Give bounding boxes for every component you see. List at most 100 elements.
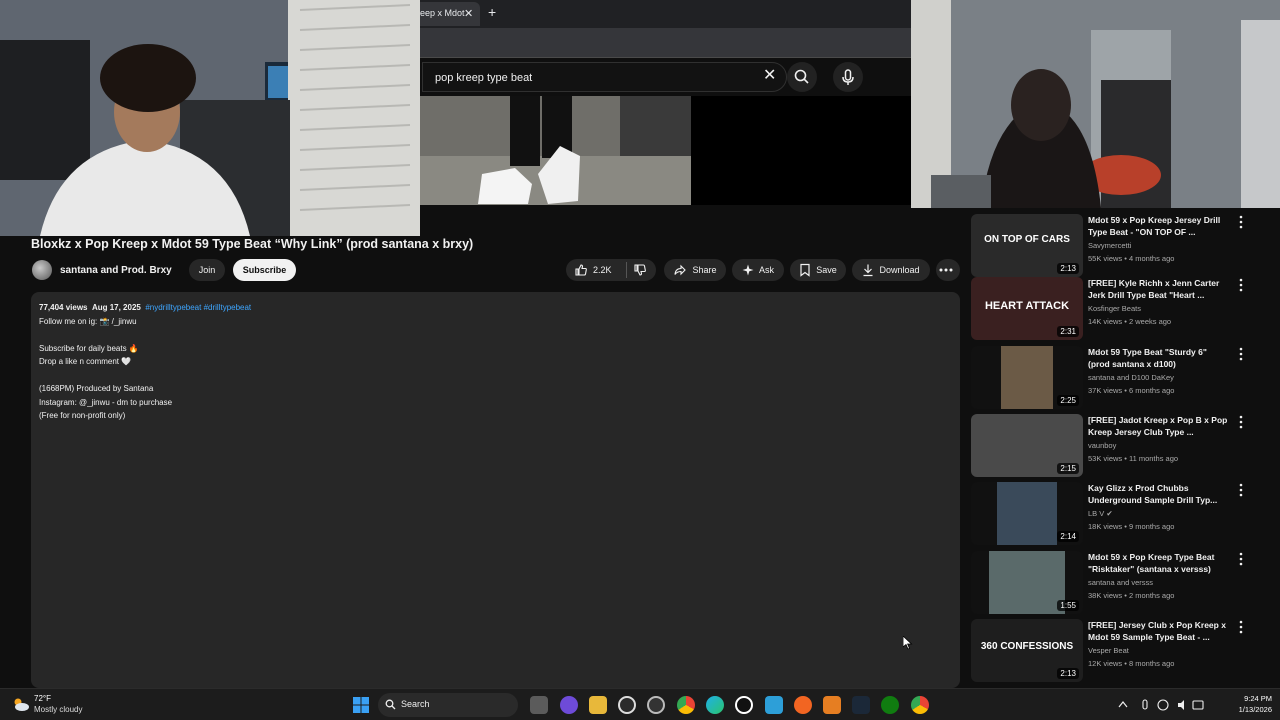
search-query: pop kreep type beat: [435, 72, 533, 84]
task-view-icon[interactable]: [530, 696, 548, 714]
search-input[interactable]: pop kreep type beat: [422, 62, 787, 92]
description-instagram-line: Instagram: @_jinwu - dm to purchase: [39, 397, 173, 407]
recommendation-channel[interactable]: santana and D100 DaKey: [1088, 373, 1174, 382]
recommendation-channel[interactable]: Vesper Beat: [1088, 646, 1129, 655]
settings-gear-icon[interactable]: [618, 696, 636, 714]
app-icon[interactable]: [765, 696, 783, 714]
description-like-line: Drop a like n comment 🤍: [39, 357, 132, 366]
thumbnail-image: [997, 482, 1057, 545]
search-button[interactable]: [787, 62, 817, 92]
taskbar: 72°F Mostly cloudy Search 9:24 PM 1/13/2…: [0, 688, 1280, 720]
more-vertical-icon[interactable]: [1237, 620, 1245, 634]
share-icon: [674, 264, 687, 276]
more-vertical-icon[interactable]: [1237, 215, 1245, 229]
recommendation-channel[interactable]: LB V ✔: [1088, 509, 1113, 518]
recommendation-item[interactable]: 2:15 [FREE] Jadot Kreep x Pop B x Pop Kr…: [971, 414, 1271, 478]
save-button[interactable]: Save: [790, 259, 846, 281]
new-tab-icon[interactable]: +: [488, 4, 496, 20]
more-actions-button[interactable]: [936, 259, 960, 281]
recommendation-title[interactable]: [FREE] Kyle Richh x Jenn Carter Jerk Dri…: [1088, 277, 1230, 301]
dislike-button[interactable]: [628, 259, 656, 281]
fl-studio-icon[interactable]: [823, 696, 841, 714]
chrome-icon[interactable]: [677, 696, 695, 714]
download-label: Download: [879, 265, 920, 275]
weather-description[interactable]: Mostly cloudy: [34, 705, 82, 714]
recommendation-thumbnail[interactable]: 2:25: [971, 346, 1083, 409]
chrome-icon[interactable]: [911, 696, 929, 714]
recommendation-channel[interactable]: Savymercetti: [1088, 241, 1131, 250]
file-explorer-icon[interactable]: [589, 696, 607, 714]
thumbnail-image: [1001, 346, 1053, 409]
recommendation-item[interactable]: 2:25 Mdot 59 Type Beat "Sturdy 6" (prod …: [971, 346, 1271, 410]
subscribe-button[interactable]: Subscribe: [233, 259, 296, 281]
recommendation-item[interactable]: 360 CONFESSIONS 2:13 [FREE] Jersey Club …: [971, 619, 1271, 683]
recommendation-item[interactable]: 1:55 Mdot 59 x Pop Kreep Type Beat "Risk…: [971, 551, 1271, 615]
share-button[interactable]: Share: [664, 259, 726, 281]
recommendation-thumbnail[interactable]: 360 CONFESSIONS 2:13: [971, 619, 1083, 682]
recommendation-channel[interactable]: vaunboy: [1088, 441, 1116, 450]
recommendation-item[interactable]: 2:14 Kay Glizz x Prod Chubbs Underground…: [971, 482, 1271, 546]
recommendation-item[interactable]: HEART ATTACK 2:31 [FREE] Kyle Richh x Je…: [971, 277, 1271, 341]
obs-icon[interactable]: [735, 696, 753, 714]
weather-temperature[interactable]: 72°F: [34, 694, 51, 703]
more-vertical-icon[interactable]: [1237, 483, 1245, 497]
thumbnail-image: [989, 551, 1065, 614]
recommendation-thumbnail[interactable]: 2:15: [971, 414, 1083, 477]
app-icon[interactable]: [794, 696, 812, 714]
recommendation-thumbnail[interactable]: 2:14: [971, 482, 1083, 545]
channel-avatar[interactable]: [32, 260, 52, 280]
description-free-line: (Free for non-profit only): [39, 411, 126, 420]
tab-close-icon[interactable]: ✕: [464, 7, 473, 20]
more-vertical-icon[interactable]: [1237, 278, 1245, 292]
windows-start-icon[interactable]: [352, 696, 370, 714]
recommendation-stats: 53K views • 11 months ago: [1088, 454, 1179, 463]
browser-tab[interactable]: eep x Mdot ✕: [420, 2, 480, 26]
search-icon: [385, 699, 396, 710]
edge-icon[interactable]: [706, 696, 724, 714]
channel-label: LB V: [1088, 509, 1105, 518]
recommendation-channel[interactable]: Kosfinger Beats: [1088, 304, 1141, 313]
more-vertical-icon[interactable]: [1237, 415, 1245, 429]
app-icon[interactable]: [647, 696, 665, 714]
clear-search-icon[interactable]: ✕: [763, 65, 776, 85]
taskbar-search[interactable]: Search: [378, 693, 518, 717]
download-button[interactable]: Download: [852, 259, 930, 281]
ask-button[interactable]: Ask: [732, 259, 784, 281]
recommendation-stats: 14K views • 2 weeks ago: [1088, 317, 1172, 326]
share-label: Share: [692, 265, 717, 275]
recommendation-thumbnail[interactable]: 1:55: [971, 551, 1083, 614]
recommendation-channel[interactable]: santana and versss: [1088, 578, 1153, 587]
address-bar[interactable]: [420, 28, 911, 58]
xbox-icon[interactable]: [881, 696, 899, 714]
recommendation-stats: 55K views • 4 months ago: [1088, 254, 1175, 263]
recommendation-title[interactable]: Mdot 59 x Pop Kreep Type Beat "Risktaker…: [1088, 551, 1230, 575]
recommendation-item[interactable]: ON TOP OF CARS 2:13 Mdot 59 x Pop Kreep …: [971, 214, 1271, 278]
steam-icon[interactable]: [852, 696, 870, 714]
youtube-header: pop kreep type beat ✕: [420, 58, 911, 96]
bookmark-icon: [800, 263, 810, 277]
video-duration: 2:15: [1057, 463, 1079, 474]
channel-name[interactable]: santana and Prod. Brxy: [60, 265, 172, 276]
join-button[interactable]: Join: [189, 259, 225, 281]
video-player[interactable]: [420, 96, 691, 205]
video-duration: 1:55: [1057, 600, 1079, 611]
recommendation-title[interactable]: [FREE] Jersey Club x Pop Kreep x Mdot 59…: [1088, 619, 1230, 643]
recommendation-thumbnail[interactable]: ON TOP OF CARS 2:13: [971, 214, 1083, 277]
voice-search-button[interactable]: [833, 62, 863, 92]
recommendation-title[interactable]: Kay Glizz x Prod Chubbs Underground Samp…: [1088, 482, 1230, 506]
hashtags-link[interactable]: #nydrilltypebeat #drilltypebeat: [145, 303, 251, 312]
discord-icon[interactable]: [560, 696, 578, 714]
more-vertical-icon[interactable]: [1237, 552, 1245, 566]
clock-date[interactable]: 1/13/2026: [1222, 705, 1272, 714]
clock-time[interactable]: 9:24 PM: [1222, 694, 1272, 703]
weather-cloudy-icon[interactable]: [12, 696, 30, 714]
recommendation-stats: 12K views • 8 months ago: [1088, 659, 1175, 668]
recommendation-title[interactable]: Mdot 59 Type Beat "Sturdy 6" (prod santa…: [1088, 346, 1230, 370]
recommendation-thumbnail[interactable]: HEART ATTACK 2:31: [971, 277, 1083, 340]
recommendation-title[interactable]: [FREE] Jadot Kreep x Pop B x Pop Kreep J…: [1088, 414, 1230, 438]
description-box[interactable]: 77,404 views Aug 17, 2025 #nydrilltypebe…: [31, 292, 960, 688]
more-vertical-icon[interactable]: [1237, 347, 1245, 361]
system-tray[interactable]: [1115, 697, 1215, 713]
recommendation-title[interactable]: Mdot 59 x Pop Kreep Jersey Drill Type Be…: [1088, 214, 1230, 238]
video-title: Bloxkz x Pop Kreep x Mdot 59 Type Beat “…: [31, 237, 474, 251]
